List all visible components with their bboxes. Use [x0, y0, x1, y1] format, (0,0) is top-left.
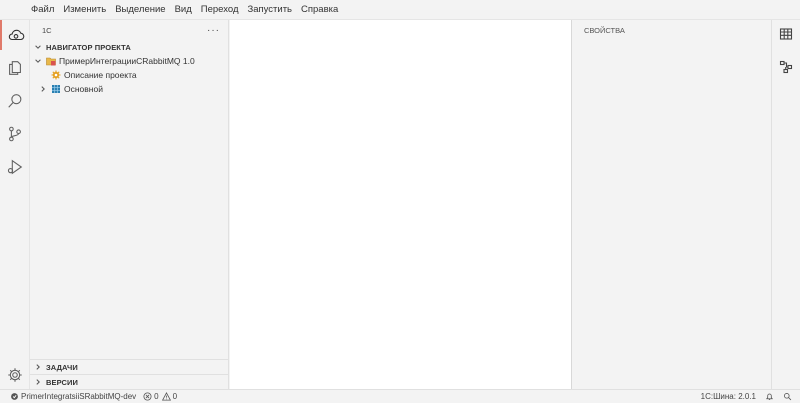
- warning-count: 0: [172, 392, 178, 401]
- menu-run[interactable]: Запустить: [247, 4, 292, 15]
- run-debug-icon: [7, 159, 23, 175]
- editor-area[interactable]: [230, 20, 572, 389]
- files-icon: [9, 61, 21, 75]
- warning-icon: [161, 392, 171, 401]
- description-label: Описание проекта: [64, 70, 137, 80]
- tasks-title: ЗАДАЧИ: [46, 362, 78, 372]
- table-icon: [779, 28, 793, 40]
- tree-item-subsystem[interactable]: Основной: [30, 82, 228, 96]
- properties-panel: СВОЙСТВА: [572, 20, 772, 389]
- tasks-section-header[interactable]: ЗАДАЧИ: [30, 359, 229, 374]
- subsystem-label: Основной: [64, 84, 103, 94]
- search-icon: [8, 94, 22, 108]
- versions-title: ВЕРСИИ: [46, 377, 79, 387]
- right-bar-hierarchy-button[interactable]: [772, 53, 800, 81]
- bell-icon: [765, 393, 774, 401]
- cloud-icon: [8, 29, 25, 41]
- error-count: 0: [154, 392, 159, 401]
- versions-section-header[interactable]: ВЕРСИИ: [30, 374, 229, 389]
- activity-source-control[interactable]: [0, 119, 30, 149]
- chevron-down-icon: [33, 42, 43, 52]
- subsystem-icon: [51, 84, 61, 94]
- sidebar-title: 1С: [42, 25, 52, 35]
- settings-gear-icon: [8, 368, 22, 382]
- tree-item-description[interactable]: Описание проекта: [30, 68, 228, 82]
- activity-explorer[interactable]: [0, 53, 30, 83]
- activity-bar: [0, 20, 30, 389]
- sidebar-bottom-sections: ЗАДАЧИ ВЕРСИИ: [30, 359, 229, 389]
- chevron-right-icon: [33, 362, 43, 372]
- chevron-right-icon: [33, 377, 43, 387]
- sidebar: 1С ··· НАВИГАТОР ПРОЕКТА ПримерИнтеграци…: [30, 20, 229, 389]
- right-bar-table-button[interactable]: [772, 20, 800, 48]
- status-branch[interactable]: PrimerIntegratsiiSRabbitMQ-dev: [10, 392, 136, 401]
- menu-help[interactable]: Справка: [301, 4, 338, 15]
- source-control-icon: [9, 126, 21, 142]
- chevron-right-icon: [38, 84, 48, 94]
- feedback-icon: [784, 393, 792, 401]
- status-version[interactable]: 1С:Шина: 2.0.1: [701, 392, 756, 401]
- right-activity-bar: [772, 20, 800, 389]
- navigator-section-header[interactable]: НАВИГАТОР ПРОЕКТА: [30, 40, 228, 54]
- tree-item-project[interactable]: ПримерИнтеграцииСRabbitMQ 1.0: [30, 54, 228, 68]
- status-feedback[interactable]: [783, 392, 792, 401]
- more-actions-icon[interactable]: ···: [207, 25, 220, 36]
- project-folder-icon: [46, 56, 56, 66]
- menu-edit[interactable]: Изменить: [63, 4, 106, 15]
- navigator-title: НАВИГАТОР ПРОЕКТА: [46, 42, 131, 52]
- activity-1c-cloud[interactable]: [0, 20, 30, 50]
- status-bar: PrimerIntegratsiiSRabbitMQ-dev 0 0 1С:Ши…: [0, 389, 800, 403]
- activity-run-debug[interactable]: [0, 152, 30, 182]
- properties-title: СВОЙСТВА: [584, 26, 625, 35]
- menu-bar: Файл Изменить Выделение Вид Переход Запу…: [0, 0, 800, 20]
- chevron-down-icon: [33, 56, 43, 66]
- sync-status-icon: [11, 393, 18, 400]
- gear-icon: [51, 70, 61, 80]
- menu-file[interactable]: Файл: [31, 4, 54, 15]
- sidebar-header: 1С ···: [30, 20, 228, 40]
- activity-settings[interactable]: [0, 360, 30, 390]
- status-problems[interactable]: 0 0: [143, 392, 177, 401]
- activity-search[interactable]: [0, 86, 30, 116]
- menu-view[interactable]: Вид: [175, 4, 192, 15]
- menu-selection[interactable]: Выделение: [115, 4, 165, 15]
- project-name: ПримерИнтеграцииСRabbitMQ 1.0: [59, 56, 195, 66]
- menu-go[interactable]: Переход: [201, 4, 239, 15]
- status-notifications[interactable]: [765, 392, 774, 401]
- hierarchy-icon: [779, 60, 793, 74]
- branch-name: PrimerIntegratsiiSRabbitMQ-dev: [21, 392, 137, 401]
- error-icon: [143, 392, 152, 401]
